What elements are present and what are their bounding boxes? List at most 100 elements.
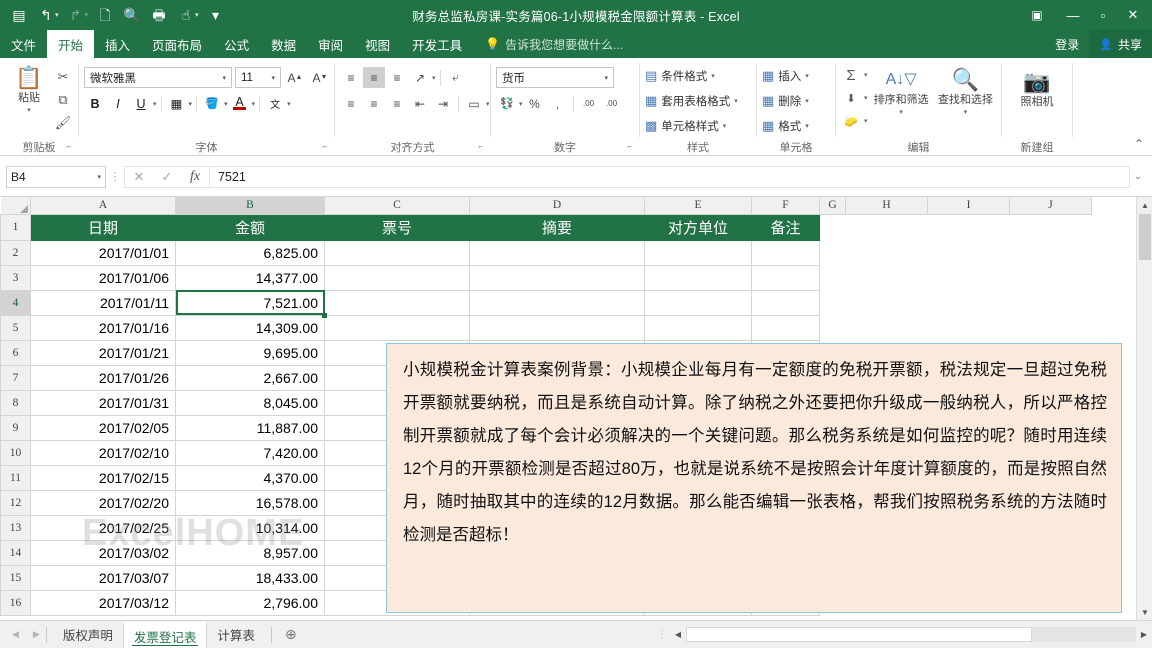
- number-format-combo[interactable]: 货币 ▾: [496, 67, 614, 88]
- column-header-I[interactable]: I: [927, 197, 1010, 215]
- horizontal-scrollbar[interactable]: ⋮ ◀ ▶: [654, 620, 1152, 648]
- horizontal-scroll-thumb[interactable]: [686, 626, 1032, 642]
- cell-E2[interactable]: [644, 239, 752, 266]
- cell-B6[interactable]: 9,695.00: [175, 339, 325, 366]
- chevron-down-icon[interactable]: ▾: [219, 74, 229, 82]
- chevron-down-icon[interactable]: ▾: [189, 100, 193, 108]
- maximize-button[interactable]: ▫: [1088, 2, 1118, 28]
- cell-A11[interactable]: 2017/02/15: [30, 464, 176, 491]
- column-header-A[interactable]: A: [30, 197, 176, 215]
- italic-button[interactable]: I: [107, 93, 129, 114]
- cell-F5[interactable]: [751, 314, 820, 341]
- ribbon-tab-0[interactable]: 文件: [0, 30, 47, 58]
- column-header-C[interactable]: C: [324, 197, 470, 215]
- accounting-format-button[interactable]: 💱: [496, 93, 518, 114]
- empty-cell-H1[interactable]: [845, 214, 928, 240]
- row-header-15[interactable]: 15: [0, 564, 31, 591]
- empty-cell-J5[interactable]: [1009, 315, 1092, 340]
- empty-cell-G4[interactable]: [819, 290, 846, 315]
- wrap-text-button[interactable]: ⤶: [445, 67, 467, 88]
- name-box[interactable]: B4 ▾: [6, 165, 106, 188]
- font-color-button[interactable]: A: [229, 93, 251, 114]
- horizontal-scroll-track[interactable]: [686, 626, 1136, 642]
- collapse-ribbon-button[interactable]: ⌃: [1134, 137, 1144, 151]
- column-title-E[interactable]: 对方单位: [644, 213, 752, 241]
- chevron-down-icon[interactable]: ▾: [723, 122, 727, 130]
- cells-button-0[interactable]: ▦ 插入 ▾: [762, 65, 809, 87]
- chevron-down-icon[interactable]: ▾: [27, 106, 31, 114]
- cell-D5[interactable]: [469, 314, 645, 341]
- expand-formula-bar-button[interactable]: ⌄: [1130, 171, 1146, 182]
- empty-cell-H3[interactable]: [845, 265, 928, 290]
- paste-button[interactable]: 📋 粘贴 ▾: [5, 63, 53, 115]
- cell-F3[interactable]: [751, 264, 820, 291]
- cell-A14[interactable]: 2017/03/02: [30, 539, 176, 566]
- cell-A8[interactable]: 2017/01/31: [30, 389, 176, 416]
- sort-filter-button[interactable]: A↓▽ 排序和筛选 ▾: [872, 65, 931, 116]
- cells-button-1[interactable]: ▦ 删除 ▾: [762, 90, 809, 112]
- cell-B7[interactable]: 2,667.00: [175, 364, 325, 391]
- cell-B4[interactable]: 7,521.00: [175, 289, 327, 318]
- cancel-formula-button[interactable]: ✕: [125, 166, 153, 188]
- row-header-7[interactable]: 7: [0, 364, 31, 391]
- bold-button[interactable]: B: [84, 93, 106, 114]
- row-header-11[interactable]: 11: [0, 464, 31, 491]
- chevron-down-icon[interactable]: ▾: [805, 122, 809, 130]
- cell-A3[interactable]: 2017/01/06: [30, 264, 176, 291]
- row-header-14[interactable]: 14: [0, 539, 31, 566]
- align-top-button[interactable]: ≡: [340, 67, 362, 88]
- cell-B12[interactable]: 16,578.00: [175, 489, 325, 516]
- style-button-2[interactable]: ▩ 单元格样式 ▾: [645, 115, 726, 137]
- chevron-down-icon[interactable]: ▾: [224, 100, 228, 108]
- align-center-button[interactable]: ≡: [363, 93, 385, 114]
- chevron-down-icon[interactable]: ▾: [864, 117, 868, 125]
- empty-cell-H2[interactable]: [845, 240, 928, 265]
- chevron-down-icon[interactable]: ▾: [805, 72, 809, 80]
- cut-icon[interactable]: ✂: [53, 67, 73, 87]
- column-header-F[interactable]: F: [751, 197, 820, 215]
- cell-B3[interactable]: 14,377.00: [175, 264, 325, 291]
- cell-B14[interactable]: 8,957.00: [175, 539, 325, 566]
- formula-bar-handle[interactable]: ⋮: [106, 170, 124, 183]
- align-right-button[interactable]: ≡: [386, 93, 408, 114]
- empty-cell-G2[interactable]: [819, 240, 846, 265]
- empty-cell-J2[interactable]: [1009, 240, 1092, 265]
- scrollbar-handle[interactable]: ⋮: [654, 629, 670, 640]
- decrease-indent-button[interactable]: ⇤: [409, 93, 431, 114]
- close-button[interactable]: ✕: [1118, 2, 1148, 28]
- decrease-decimal-button[interactable]: .00: [601, 93, 623, 114]
- cell-B9[interactable]: 11,887.00: [175, 414, 325, 441]
- empty-cell-J4[interactable]: [1009, 290, 1092, 315]
- chevron-down-icon[interactable]: ▾: [805, 97, 809, 105]
- sheet-tab-0[interactable]: 版权声明: [52, 621, 123, 648]
- cell-A12[interactable]: 2017/02/20: [30, 489, 176, 516]
- add-sheet-button[interactable]: ⊕: [278, 626, 304, 643]
- chevron-down-icon[interactable]: ▾: [486, 100, 490, 108]
- cell-E3[interactable]: [644, 264, 752, 291]
- cell-A10[interactable]: 2017/02/10: [30, 439, 176, 466]
- cell-A2[interactable]: 2017/01/01: [30, 239, 176, 266]
- chevron-down-icon[interactable]: ▾: [153, 100, 157, 108]
- fill-button[interactable]: ⬇ ▾: [841, 88, 867, 108]
- cell-C5[interactable]: [324, 314, 470, 341]
- column-title-F[interactable]: 备注: [751, 213, 820, 241]
- cell-E4[interactable]: [644, 289, 752, 316]
- cell-E5[interactable]: [644, 314, 752, 341]
- empty-cell-I1[interactable]: [927, 214, 1010, 240]
- scroll-left-button[interactable]: ◀: [670, 627, 686, 642]
- format-painter-icon[interactable]: 🖌: [53, 113, 73, 133]
- cell-A9[interactable]: 2017/02/05: [30, 414, 176, 441]
- chevron-down-icon[interactable]: ▾: [287, 100, 291, 108]
- ribbon-tab-7[interactable]: 视图: [354, 30, 401, 58]
- increase-decimal-button[interactable]: .00: [578, 93, 600, 114]
- empty-cell-H5[interactable]: [845, 315, 928, 340]
- row-header-16[interactable]: 16: [0, 589, 31, 616]
- empty-cell-J1[interactable]: [1009, 214, 1092, 240]
- column-title-B[interactable]: 金额: [175, 213, 325, 241]
- align-middle-button[interactable]: ≡: [363, 67, 385, 88]
- column-header-H[interactable]: H: [845, 197, 928, 215]
- row-header-12[interactable]: 12: [0, 489, 31, 516]
- scroll-down-button[interactable]: ▼: [1137, 604, 1152, 620]
- cell-D3[interactable]: [469, 264, 645, 291]
- chevron-down-icon[interactable]: ▾: [97, 173, 101, 181]
